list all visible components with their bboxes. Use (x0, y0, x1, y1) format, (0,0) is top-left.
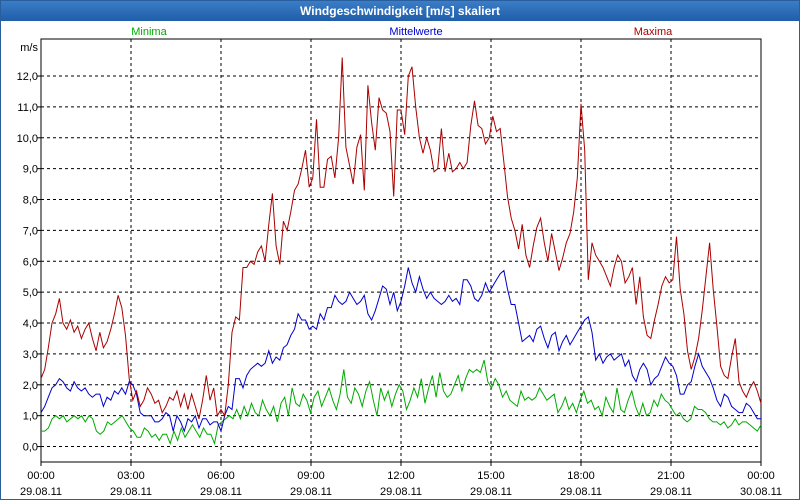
y-tick-label: 9,0 (23, 164, 38, 176)
wind-speed-chart: 0,0 1,0 2,0 3,0 4,0 5,0 6,0 7,0 8,0 9,0 10,0 11,0 12… (17, 26, 782, 498)
x-tick-time: 12:00 (387, 470, 415, 482)
y-tick-label: 12,0 (17, 71, 38, 83)
y-tick-label: 3,0 (23, 349, 38, 361)
y-tick-label: 1,0 (23, 411, 38, 423)
x-tick-time: 06:00 (207, 470, 235, 482)
x-tick-time: 03:00 (117, 470, 145, 482)
y-axis-label: m/s (20, 42, 38, 54)
legend-entry-maxima: Maxima (634, 26, 673, 38)
x-tick-date: 29.08.11 (110, 486, 152, 498)
x-tick-date: 29.08.11 (560, 486, 602, 498)
x-tick-date: 29.08.11 (470, 486, 512, 498)
x-tick-time: 00:00 (747, 470, 775, 482)
x-tick-time: 09:00 (297, 470, 325, 482)
chart-window: Windgeschwindigkeit [m/s] skaliert 0,0 1,… (0, 0, 800, 500)
x-tick-time: 21:00 (657, 470, 685, 482)
y-tick-label: 5,0 (23, 287, 38, 299)
x-tick-date: 30.08.11 (740, 486, 782, 498)
x-tick-date: 29.08.11 (290, 486, 332, 498)
x-tick-time: 15:00 (477, 470, 505, 482)
y-tick-label: 10,0 (17, 133, 38, 145)
y-tick-label: 2,0 (23, 380, 38, 392)
y-tick-label: 0,0 (23, 442, 38, 454)
y-tick-label: 8,0 (23, 195, 38, 207)
y-tick-label: 4,0 (23, 318, 38, 330)
y-tick-label: 7,0 (23, 225, 38, 237)
x-tick-date: 29.08.11 (380, 486, 422, 498)
y-tick-label: 11,0 (17, 102, 38, 114)
x-tick-date: 29.08.11 (200, 486, 242, 498)
x-tick-date: 29.08.11 (650, 486, 692, 498)
x-tick-time: 18:00 (567, 470, 595, 482)
legend-entry-mittelwerte: Mittelwerte (389, 26, 442, 38)
legend-entry-minima: Minima (131, 26, 167, 38)
x-tick-time: 00:00 (27, 470, 55, 482)
x-tick-date: 29.08.11 (20, 486, 62, 498)
y-tick-label: 6,0 (23, 256, 38, 268)
